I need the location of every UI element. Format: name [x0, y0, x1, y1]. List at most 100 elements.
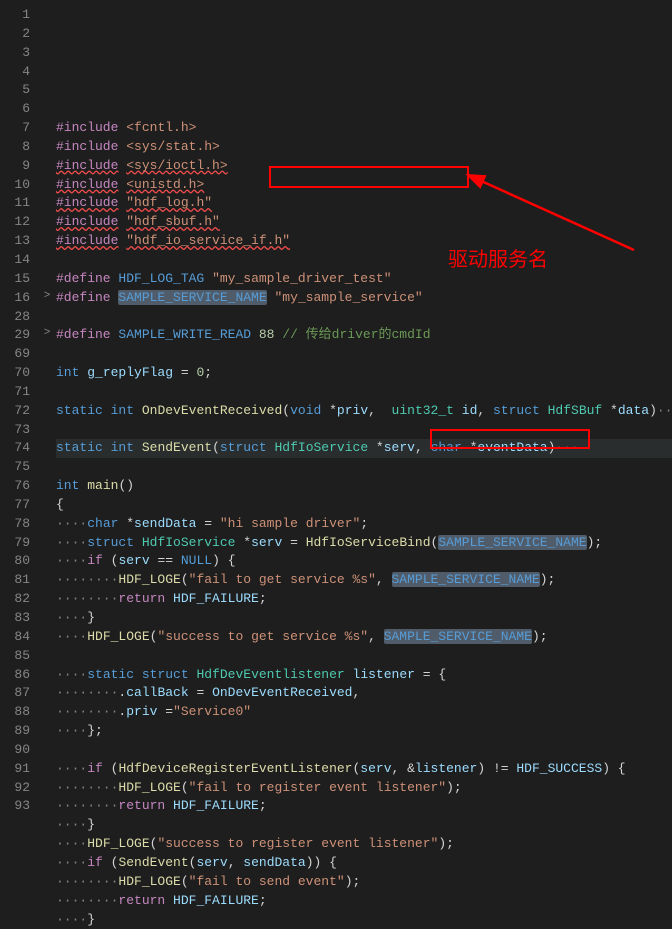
code-line[interactable]: ········HDF_LOGE("fail to send event"); [56, 873, 672, 892]
fold-spacer [40, 703, 54, 722]
line-number: 79 [4, 534, 30, 553]
fold-spacer [40, 722, 54, 741]
fold-column[interactable]: >> [40, 0, 54, 841]
fold-spacer [40, 571, 54, 590]
line-number: 5 [4, 81, 30, 100]
fold-spacer [40, 308, 54, 327]
code-line[interactable]: ········HDF_LOGE("fail to register event… [56, 779, 672, 798]
code-line[interactable]: #include <unistd.h> [56, 176, 672, 195]
line-number: 16 [4, 289, 30, 308]
fold-spacer [40, 684, 54, 703]
fold-spacer [40, 213, 54, 232]
code-line[interactable]: ····static struct HdfDevEventlistener li… [56, 666, 672, 685]
code-line[interactable]: ········.callBack = OnDevEventReceived, [56, 684, 672, 703]
fold-spacer [40, 590, 54, 609]
code-line[interactable]: ········.priv ="Service0" [56, 703, 672, 722]
fold-spacer [40, 741, 54, 760]
code-line[interactable] [56, 251, 672, 270]
fold-spacer [40, 779, 54, 798]
code-line[interactable]: #include "hdf_io_service_if.h" [56, 232, 672, 251]
code-line[interactable]: ····} [56, 609, 672, 628]
line-number: 1 [4, 6, 30, 25]
fold-spacer [40, 515, 54, 534]
code-line[interactable]: ········return HDF_FAILURE; [56, 892, 672, 911]
code-line[interactable]: int g_replyFlag = 0; [56, 364, 672, 383]
fold-spacer [40, 364, 54, 383]
line-number: 78 [4, 515, 30, 534]
line-number-gutter: 1234567891011121314151628296970717273747… [0, 0, 40, 841]
code-line[interactable] [56, 308, 672, 327]
code-line[interactable]: ········HDF_LOGE("fail to get service %s… [56, 571, 672, 590]
code-line[interactable]: #define SAMPLE_WRITE_READ 88 // 传给driver… [56, 326, 672, 345]
line-number: 14 [4, 251, 30, 270]
code-line[interactable] [56, 383, 672, 402]
line-number: 11 [4, 194, 30, 213]
fold-toggle-icon[interactable]: > [40, 289, 54, 308]
code-line[interactable] [56, 421, 672, 440]
fold-spacer [40, 345, 54, 364]
code-line[interactable]: ····} [56, 816, 672, 835]
code-line[interactable]: ····if (serv == NULL) { [56, 552, 672, 571]
fold-spacer [40, 496, 54, 515]
code-line[interactable]: ····HDF_LOGE("success to register event … [56, 835, 672, 854]
line-number: 85 [4, 647, 30, 666]
line-number: 72 [4, 402, 30, 421]
code-line[interactable]: #include <fcntl.h> [56, 119, 672, 138]
fold-toggle-icon[interactable]: > [40, 326, 54, 345]
code-line[interactable]: { [56, 496, 672, 515]
fold-spacer [40, 477, 54, 496]
code-line[interactable]: #define SAMPLE_SERVICE_NAME "my_sample_s… [56, 289, 672, 308]
fold-spacer [40, 251, 54, 270]
code-line[interactable]: int main() [56, 477, 672, 496]
fold-spacer [40, 44, 54, 63]
code-line[interactable]: #define HDF_LOG_TAG "my_sample_driver_te… [56, 270, 672, 289]
code-line[interactable]: #include <sys/ioctl.h> [56, 157, 672, 176]
code-line[interactable]: ········return HDF_FAILURE; [56, 797, 672, 816]
fold-spacer [40, 63, 54, 82]
code-line[interactable]: static int OnDevEventReceived(void *priv… [56, 402, 672, 421]
code-line[interactable] [56, 647, 672, 666]
fold-spacer [40, 534, 54, 553]
code-editor[interactable]: 1234567891011121314151628296970717273747… [0, 0, 672, 841]
line-number: 6 [4, 100, 30, 119]
code-line[interactable]: #include "hdf_log.h" [56, 194, 672, 213]
code-line[interactable] [56, 458, 672, 477]
fold-spacer [40, 383, 54, 402]
fold-spacer [40, 25, 54, 44]
line-number: 76 [4, 477, 30, 496]
fold-spacer [40, 270, 54, 289]
code-area[interactable]: 驱动服务名 #include <fcntl.h>#include <sys/st… [54, 0, 672, 841]
line-number: 4 [4, 63, 30, 82]
fold-spacer [40, 157, 54, 176]
line-number: 93 [4, 797, 30, 816]
code-line[interactable]: #include "hdf_sbuf.h" [56, 213, 672, 232]
code-line[interactable]: ····char *sendData = "hi sample driver"; [56, 515, 672, 534]
code-line[interactable]: #include <sys/stat.h> [56, 138, 672, 157]
code-line[interactable]: ····} [56, 911, 672, 929]
code-line[interactable]: ····HDF_LOGE("success to get service %s"… [56, 628, 672, 647]
fold-spacer [40, 609, 54, 628]
code-line[interactable]: ····if (SendEvent(serv, sendData)) { [56, 854, 672, 873]
fold-spacer [40, 439, 54, 458]
line-number: 87 [4, 684, 30, 703]
code-line[interactable] [56, 741, 672, 760]
line-number: 88 [4, 703, 30, 722]
line-number: 84 [4, 628, 30, 647]
line-number: 8 [4, 138, 30, 157]
line-number: 3 [4, 44, 30, 63]
code-line[interactable]: ····if (HdfDeviceRegisterEventListener(s… [56, 760, 672, 779]
code-line[interactable]: ····struct HdfIoService *serv = HdfIoSer… [56, 534, 672, 553]
line-number: 75 [4, 458, 30, 477]
code-line[interactable]: ····}; [56, 722, 672, 741]
code-line[interactable]: ········return HDF_FAILURE; [56, 590, 672, 609]
line-number: 10 [4, 176, 30, 195]
line-number: 29 [4, 326, 30, 345]
fold-spacer [40, 421, 54, 440]
code-line[interactable]: static int SendEvent(struct HdfIoService… [56, 439, 672, 458]
annotation-text: 驱动服务名 [448, 246, 548, 275]
line-number: 77 [4, 496, 30, 515]
code-line[interactable] [56, 345, 672, 364]
fold-spacer [40, 628, 54, 647]
line-number: 90 [4, 741, 30, 760]
line-number: 15 [4, 270, 30, 289]
